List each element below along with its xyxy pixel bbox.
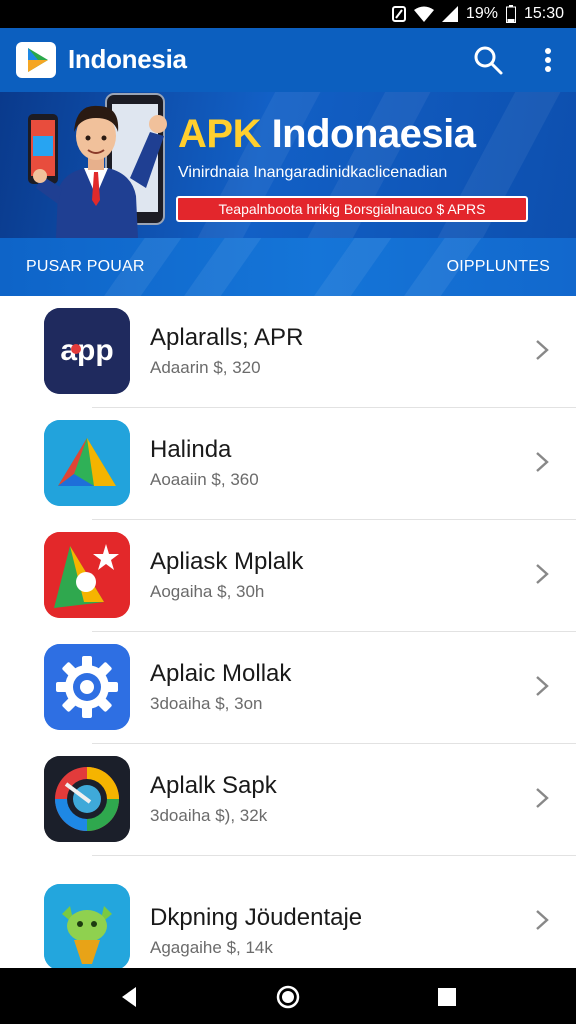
promo-banner[interactable]: APK Indonaesia Vinirdnaia Inangaradinidk… [0, 92, 576, 238]
chevron-right-icon [536, 564, 549, 584]
banner-tag[interactable]: Teapalnboota hrikig Borsgialnauco $ APRS [176, 196, 528, 222]
list-item[interactable]: app Aplaralls; APR Adaarin $, 320 [0, 296, 576, 408]
chevron-right-icon [536, 910, 549, 930]
app-name: Aplaic Mollak [150, 660, 292, 687]
list-item[interactable]: Halinda Aoaaiin $, 360 [0, 408, 576, 520]
battery-icon [505, 5, 516, 23]
banner-title: APK Indonaesia [178, 112, 476, 156]
tab-popular[interactable]: PUSAR POUAR [26, 258, 145, 276]
app-name: Aplaralls; APR [150, 324, 304, 351]
app-logo-icon [16, 40, 56, 80]
more-vert-icon [545, 48, 551, 72]
app-name: Halinda [150, 436, 232, 463]
app-name: Dkpning Jöudentaje [150, 904, 363, 931]
chevron-right-icon [536, 452, 549, 472]
back-icon[interactable] [116, 984, 142, 1010]
search-icon [474, 46, 503, 75]
app-name: Apliask Mplalk [150, 548, 304, 575]
app-price: 3doaiha $, 3on [150, 694, 263, 713]
app-price: Agagaihe $, 14k [150, 938, 273, 957]
triangle-play-icon [44, 420, 130, 506]
status-bar: 19% 15:30 [0, 0, 576, 28]
list-item[interactable]: Aplalk Sapk 3doaiha $), 32k [0, 744, 576, 856]
app-bar: Indonesia [0, 28, 576, 92]
recents-icon[interactable] [434, 984, 460, 1010]
spark-logo-icon [44, 532, 130, 618]
app-price: 3doaiha $), 32k [150, 806, 268, 825]
chevron-right-icon [536, 340, 549, 360]
list-item[interactable]: Apliask Mplalk Aogaiha $, 30h [0, 520, 576, 632]
battery-percent: 19% [465, 5, 498, 22]
gear-icon [44, 644, 130, 730]
category-tabs: PUSAR POUAR OIPPLUNTES [0, 238, 576, 296]
more-options-button[interactable] [536, 44, 560, 76]
nfc-icon [391, 6, 406, 22]
wifi-icon [413, 6, 434, 22]
banner-subtitle: Vinirdnaia Inangaradinidkaclicenadian [178, 164, 448, 181]
list-item[interactable]: Dkpning Jöudentaje Agagaihe $, 14k [0, 884, 576, 970]
app-price: Aogaiha $, 30h [150, 582, 265, 601]
svg-text:app: app [60, 334, 113, 367]
app-logo-icon: app [44, 308, 130, 394]
chevron-right-icon [536, 676, 549, 696]
color-wheel-icon [44, 756, 130, 842]
app-price: Aoaaiin $, 360 [150, 470, 259, 489]
system-nav-bar [0, 968, 576, 1024]
signal-icon [441, 6, 458, 22]
app-title: Indonesia [68, 44, 187, 74]
home-icon[interactable] [275, 984, 301, 1010]
clock: 15:30 [523, 5, 564, 22]
app-price: Adaarin $, 320 [150, 358, 261, 377]
divider [92, 855, 576, 856]
list-item[interactable]: Aplaic Mollak 3doaiha $, 3on [0, 632, 576, 744]
businessman-illustration [24, 92, 174, 238]
tab-updates[interactable]: OIPPLUNTES [447, 258, 550, 276]
search-button[interactable] [472, 44, 504, 76]
chevron-right-icon [536, 788, 549, 808]
app-name: Aplalk Sapk [150, 772, 277, 799]
app-list: app Aplaralls; APR Adaarin $, 320 Halind… [0, 296, 576, 970]
plant-mascot-icon [44, 884, 130, 970]
